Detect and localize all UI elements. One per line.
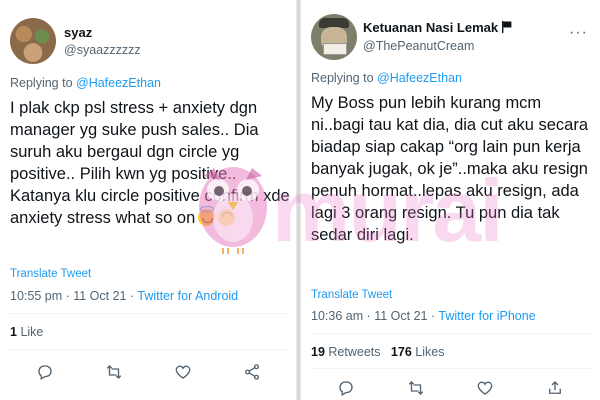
tweet-actions bbox=[10, 362, 286, 382]
retweets-label[interactable]: Retweets bbox=[328, 345, 380, 359]
replying-to: Replying to @HafeezEthan bbox=[10, 76, 161, 90]
likes-label[interactable]: Like bbox=[20, 325, 43, 339]
tweet-timestamp[interactable]: 10:55 pm · 11 Oct 21 · bbox=[10, 289, 137, 303]
divider bbox=[10, 313, 286, 314]
retweet-icon[interactable] bbox=[406, 378, 426, 398]
like-icon[interactable] bbox=[173, 362, 193, 382]
reply-icon[interactable] bbox=[336, 378, 356, 398]
divider bbox=[311, 368, 590, 369]
likes-count[interactable]: 176 bbox=[391, 345, 412, 359]
smiling-face-with-halo-icon bbox=[198, 206, 216, 226]
display-name-text: Ketuanan Nasi Lemak bbox=[363, 20, 499, 35]
tweet-stats: 1 Like bbox=[10, 325, 43, 339]
replying-label: Replying to bbox=[10, 76, 77, 90]
reply-icon[interactable] bbox=[35, 362, 55, 382]
tweet-text: I plak ckp psl stress + anxiety dgn mana… bbox=[10, 97, 295, 229]
retweets-count[interactable]: 19 bbox=[311, 345, 325, 359]
user-handle[interactable]: @ThePeanutCream bbox=[363, 39, 474, 53]
tweet-card-left: syaz @syaazzzzzz Replying to @HafeezEtha… bbox=[0, 0, 297, 400]
tweet-source[interactable]: Twitter for Android bbox=[137, 289, 238, 303]
avatar[interactable] bbox=[10, 18, 56, 64]
divider bbox=[10, 349, 286, 350]
translate-tweet-link[interactable]: Translate Tweet bbox=[10, 268, 91, 280]
replying-to-link[interactable]: @HafeezEthan bbox=[377, 71, 462, 85]
like-icon[interactable] bbox=[475, 378, 495, 398]
replying-label: Replying to bbox=[311, 71, 378, 85]
more-options-icon[interactable]: ··· bbox=[569, 24, 588, 42]
divider bbox=[311, 333, 590, 334]
tweet-timestamp[interactable]: 10:36 am · 11 Oct 21 · bbox=[311, 309, 438, 323]
display-name[interactable]: syaz bbox=[64, 25, 92, 40]
tweet-meta: 10:55 pm · 11 Oct 21 · Twitter for Andro… bbox=[10, 289, 238, 303]
likes-label[interactable]: Likes bbox=[415, 345, 444, 359]
display-name[interactable]: Ketuanan Nasi Lemak bbox=[363, 20, 512, 36]
tweet-actions bbox=[311, 378, 590, 398]
avatar-sign bbox=[323, 43, 347, 55]
replying-to-link[interactable]: @HafeezEthan bbox=[76, 76, 161, 90]
replying-to: Replying to @HafeezEthan bbox=[311, 71, 462, 85]
tweet-stats: 19 Retweets 176 Likes bbox=[311, 345, 444, 359]
user-handle[interactable]: @syaazzzzzz bbox=[64, 43, 141, 57]
tweet-text-content: I plak ckp psl stress + anxiety dgn mana… bbox=[10, 99, 290, 227]
share-icon[interactable] bbox=[545, 378, 565, 398]
translate-tweet-link[interactable]: Translate Tweet bbox=[311, 289, 392, 301]
upside-down-face-icon bbox=[218, 209, 236, 226]
retweet-icon[interactable] bbox=[104, 362, 124, 382]
tweet-source[interactable]: Twitter for iPhone bbox=[438, 309, 535, 323]
tweet-text: My Boss pun lebih kurang mcm ni..bagi ta… bbox=[311, 94, 589, 244]
avatar[interactable] bbox=[311, 14, 357, 60]
black-flag-icon bbox=[502, 21, 512, 36]
tweet-meta: 10:36 am · 11 Oct 21 · Twitter for iPhon… bbox=[311, 309, 536, 323]
tweet-card-right: Ketuanan Nasi Lemak @ThePeanutCream ··· … bbox=[300, 0, 600, 400]
share-icon[interactable] bbox=[242, 362, 262, 382]
likes-count[interactable]: 1 bbox=[10, 325, 17, 339]
